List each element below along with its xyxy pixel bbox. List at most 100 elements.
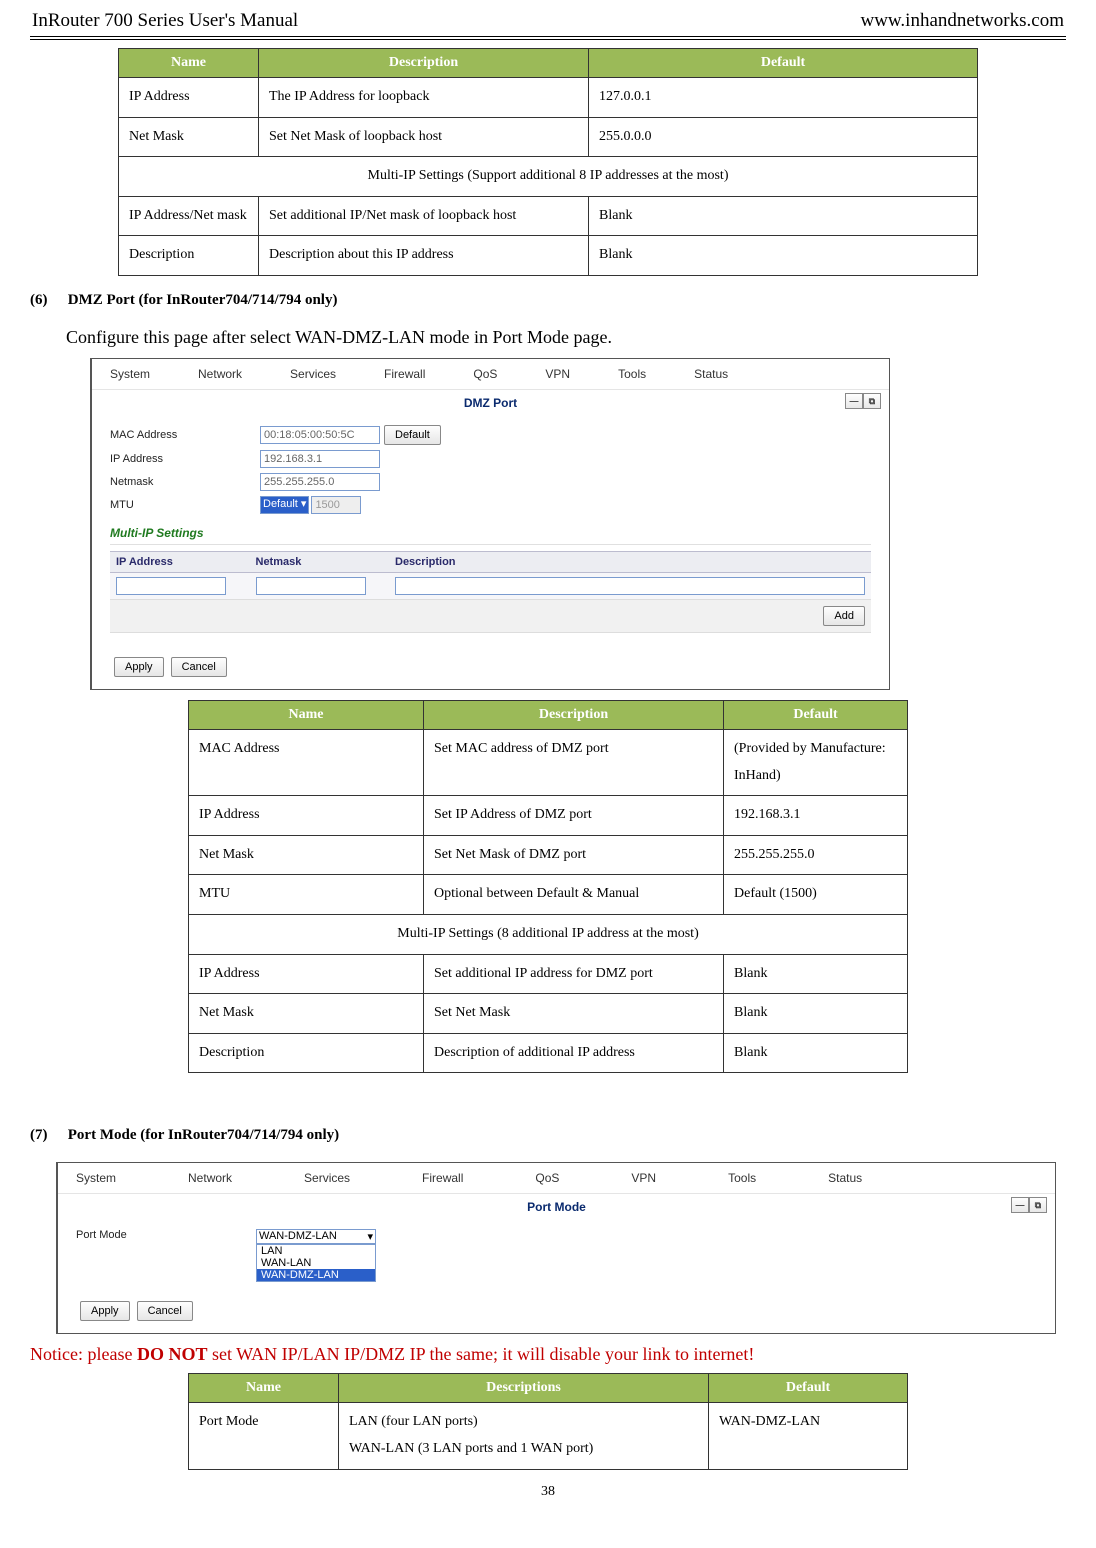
cell: Set IP Address of DMZ port [424,796,724,836]
notice: Notice: please DO NOT set WAN IP/LAN IP/… [30,1344,1066,1365]
panel-title: Port Mode — ⧉ [58,1193,1055,1224]
dmz-form: MAC Address Default IP Address Netmask M… [92,425,889,643]
table-row: Description Description of additional IP… [189,1033,908,1073]
mac-input[interactable] [260,426,380,444]
panel-title: DMZ Port — ⧉ [92,389,889,420]
col-desc: Description [259,49,589,78]
cell: Description of additional IP address [424,1033,724,1073]
table-row: Description Description about this IP ad… [119,236,978,276]
portmode-select[interactable]: WAN-DMZ-LAN▾ [256,1229,376,1244]
portmode-option-wandmzlan[interactable]: WAN-DMZ-LAN [257,1269,375,1281]
mac-label: MAC Address [110,429,260,441]
table-row: Net Mask Set Net Mask of DMZ port 255.25… [189,835,908,875]
col-desc: Description [424,700,724,729]
cell: Net Mask [189,835,424,875]
mtu-select[interactable]: Default ▾ [260,496,309,514]
maximize-icon[interactable]: ⧉ [1029,1197,1047,1213]
section-num: (7) [30,1127,64,1144]
menu-status[interactable]: Status [828,1171,862,1185]
cancel-button[interactable]: Cancel [137,1301,193,1321]
apply-button[interactable]: Apply [80,1301,130,1321]
table-row: IP Address The IP Address for loopback 1… [119,78,978,118]
cell: 127.0.0.1 [589,78,978,118]
minimize-icon[interactable]: — [1011,1197,1029,1213]
netmask-input[interactable] [260,473,380,491]
section-7-heading: (7) Port Mode (for InRouter704/714/794 o… [30,1127,1066,1144]
ip-input[interactable] [260,450,380,468]
multiip-netmask-input[interactable] [256,577,366,595]
port-mode-screenshot: System Network Services Firewall QoS VPN… [56,1162,1056,1334]
col-name: Name [119,49,259,78]
cell: Blank [589,236,978,276]
cell: IP Address [189,796,424,836]
menu-firewall[interactable]: Firewall [384,367,425,381]
menu-firewall[interactable]: Firewall [422,1171,463,1185]
section-title: Port Mode (for InRouter704/714/794 only) [68,1127,339,1143]
cell: Set Net Mask of loopback host [259,117,589,157]
menu-vpn[interactable]: VPN [545,367,570,381]
cell-line: WAN-LAN (3 LAN ports and 1 WAN port) [349,1436,698,1463]
cell: Blank [724,1033,908,1073]
portmode-options[interactable]: LAN WAN-LAN WAN-DMZ-LAN [256,1244,376,1282]
col-ip: IP Address [110,551,250,572]
cell: Port Mode [189,1403,339,1469]
header-right: www.inhandnetworks.com [860,10,1064,32]
menu-status[interactable]: Status [694,367,728,381]
cell: Optional between Default & Manual [424,875,724,915]
menu-tools[interactable]: Tools [618,367,646,381]
add-button[interactable]: Add [823,606,865,626]
nav-menu: System Network Services Firewall QoS VPN… [58,1163,1055,1193]
multiip-table: IP Address Netmask Description [110,551,871,599]
apply-button[interactable]: Apply [114,657,164,677]
multiip-heading: Multi-IP Settings [110,526,871,545]
table-section-row: Multi-IP Settings (8 additional IP addre… [189,914,908,954]
cell: Description about this IP address [259,236,589,276]
col-name: Name [189,1374,339,1403]
portmode-option-wanlan[interactable]: WAN-LAN [257,1257,375,1269]
default-button[interactable]: Default [384,425,441,445]
menu-qos[interactable]: QoS [473,367,497,381]
menu-qos[interactable]: QoS [535,1171,559,1185]
cell: Description [119,236,259,276]
multiip-desc-input[interactable] [395,577,865,595]
cell: 255.255.255.0 [724,835,908,875]
minimize-icon[interactable]: — [845,393,863,409]
cancel-button[interactable]: Cancel [171,657,227,677]
cell: 192.168.3.1 [724,796,908,836]
cell: Set Net Mask of DMZ port [424,835,724,875]
table-row: Net Mask Set Net Mask Blank [189,994,908,1034]
cell: Net Mask [189,994,424,1034]
section-num: (6) [30,292,64,309]
portmode-label: Port Mode [76,1229,256,1241]
menu-system[interactable]: System [110,367,150,381]
cell: MAC Address [189,729,424,795]
page-header: InRouter 700 Series User's Manual www.in… [30,10,1066,40]
menu-network[interactable]: Network [188,1171,232,1185]
cell: IP Address/Net mask [119,196,259,236]
table-row: IP Address Set additional IP address for… [189,954,908,994]
page-number: 38 [30,1484,1066,1500]
cell: Default (1500) [724,875,908,915]
multiip-ip-input[interactable] [116,577,226,595]
cell: Blank [589,196,978,236]
menu-system[interactable]: System [76,1171,116,1185]
cell: Blank [724,954,908,994]
cell: WAN-DMZ-LAN [709,1403,908,1469]
portmode-option-lan[interactable]: LAN [257,1245,375,1257]
panel-title-text: Port Mode [527,1200,586,1214]
table-row: MTU Optional between Default & Manual De… [189,875,908,915]
col-desc: Descriptions [339,1374,709,1403]
section-6-intro: Configure this page after select WAN-DMZ… [66,327,1066,348]
menu-network[interactable]: Network [198,367,242,381]
table-row: IP Address Set IP Address of DMZ port 19… [189,796,908,836]
menu-vpn[interactable]: VPN [631,1171,656,1185]
cell: Multi-IP Settings (Support additional 8 … [119,157,978,197]
table-row [110,572,871,599]
cell: Multi-IP Settings (8 additional IP addre… [189,914,908,954]
menu-services[interactable]: Services [290,367,336,381]
menu-tools[interactable]: Tools [728,1171,756,1185]
maximize-icon[interactable]: ⧉ [863,393,881,409]
cell: MTU [189,875,424,915]
col-desc: Description [389,551,871,572]
menu-services[interactable]: Services [304,1171,350,1185]
